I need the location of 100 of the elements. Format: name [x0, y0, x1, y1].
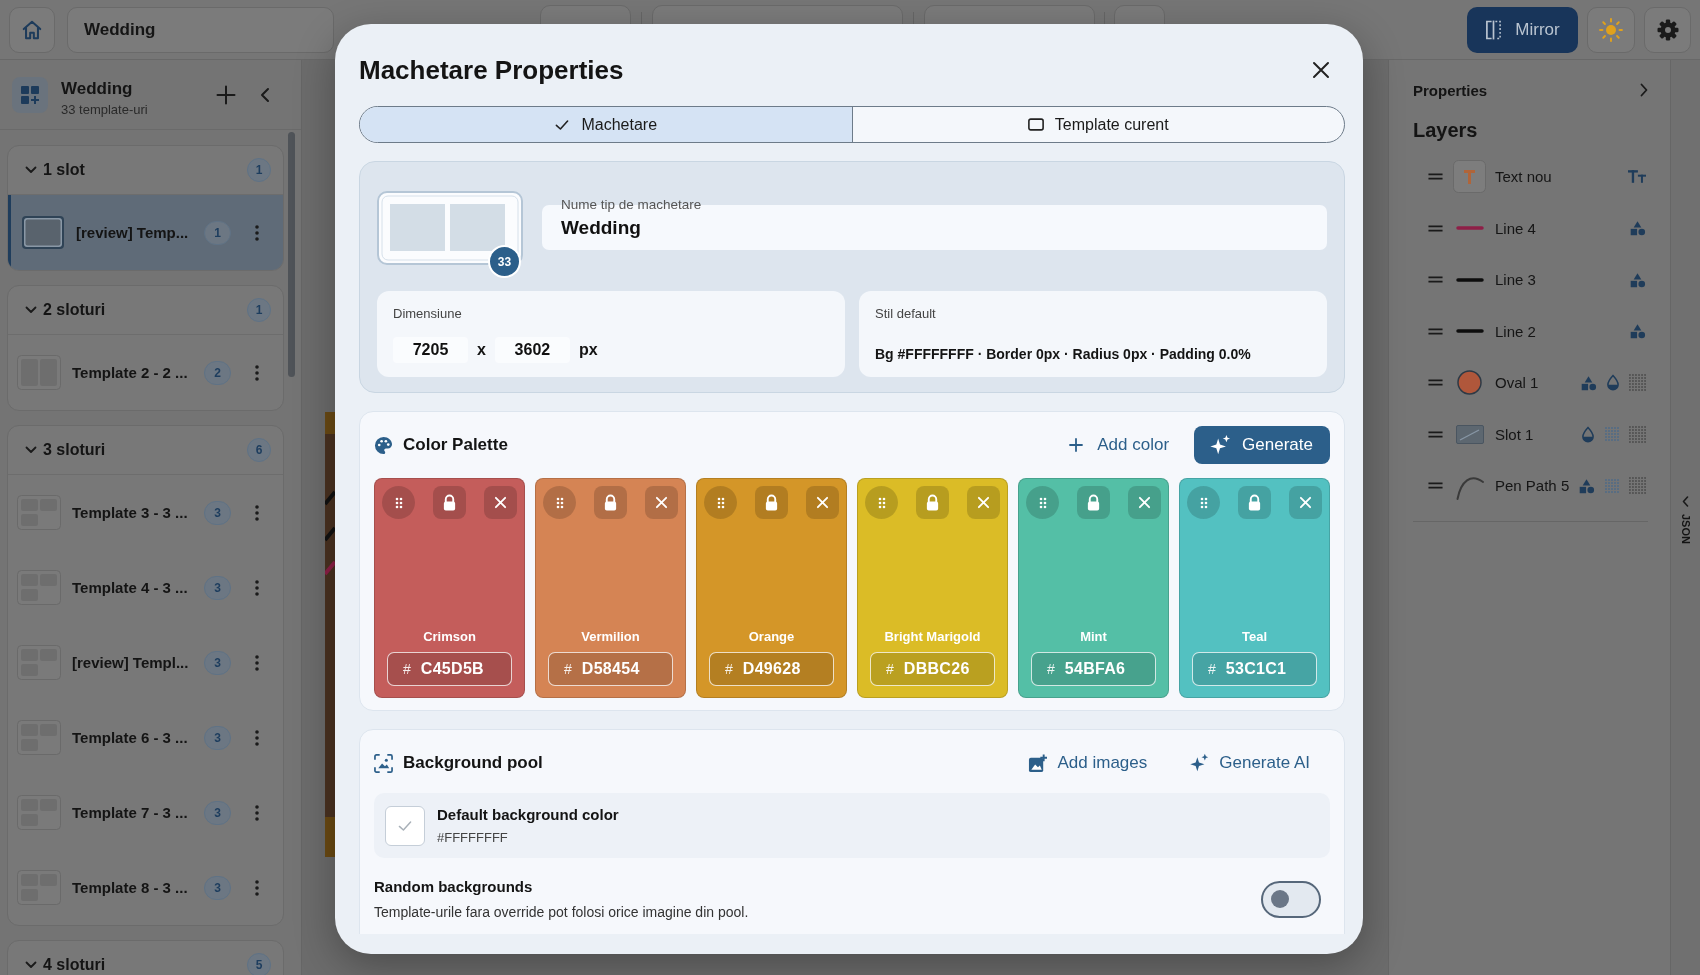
layout-preview-icon — [377, 191, 523, 265]
drag-handle[interactable] — [543, 486, 576, 519]
drag-handle-icon[interactable] — [1428, 430, 1443, 438]
scrollbar-thumb[interactable] — [288, 132, 295, 377]
more-icon[interactable] — [255, 804, 259, 821]
more-icon[interactable] — [255, 224, 259, 241]
lock-button[interactable] — [916, 486, 949, 519]
color-value: #FFFFFFFF — [437, 830, 508, 845]
template-name: Template 3 - 3 ... — [72, 504, 188, 521]
layer-name[interactable]: Line 3 — [1495, 271, 1536, 289]
plus-icon[interactable] — [216, 84, 236, 105]
generate-ai-button[interactable]: Generate AI — [1189, 753, 1310, 773]
more-icon[interactable] — [255, 879, 259, 896]
settings-icon — [1655, 17, 1680, 42]
add-images-button[interactable]: Add images — [1028, 753, 1148, 773]
group-label: 1 slot — [43, 161, 85, 179]
mirror-button[interactable]: Mirror — [1467, 6, 1578, 53]
layer-name[interactable]: Oval 1 — [1495, 374, 1539, 392]
drag-handle[interactable] — [865, 486, 898, 519]
template-item[interactable]: Template 3 - 3 ... 3 — [8, 475, 283, 550]
chevron-right-icon[interactable] — [1640, 83, 1648, 97]
add-color-button[interactable]: Add color — [1069, 429, 1170, 461]
count-badge: 6 — [247, 438, 271, 462]
lock-button[interactable] — [433, 486, 466, 519]
close-icon — [494, 496, 507, 509]
layer-name[interactable]: Text nou — [1495, 168, 1552, 186]
toggle-switch[interactable] — [1261, 880, 1321, 918]
drag-handle[interactable] — [382, 486, 415, 519]
layer-name[interactable]: Line 4 — [1495, 219, 1536, 237]
hex-field[interactable]: # DBBC26 — [870, 652, 995, 686]
close-icon[interactable] — [1311, 60, 1331, 80]
lock-button[interactable] — [1238, 486, 1271, 519]
json-tab[interactable]: JSON — [1679, 496, 1692, 544]
drag-dots-icon — [1198, 495, 1209, 510]
home-icon — [21, 18, 43, 41]
drag-handle-icon[interactable] — [1428, 327, 1443, 335]
color-name: Crimson — [423, 629, 476, 644]
document-title-field[interactable]: Wedding — [67, 6, 334, 53]
lock-button[interactable] — [755, 486, 788, 519]
more-icon[interactable] — [255, 364, 259, 381]
more-icon[interactable] — [255, 504, 259, 521]
drag-handle[interactable] — [704, 486, 737, 519]
lock-button[interactable] — [594, 486, 627, 519]
settings-button[interactable] — [1644, 6, 1691, 53]
remove-button[interactable] — [645, 486, 678, 519]
drag-handle-icon[interactable] — [1428, 379, 1443, 387]
home-button[interactable] — [9, 6, 55, 53]
dot-grid-icon — [1604, 426, 1620, 443]
mirror-icon — [1485, 18, 1503, 41]
generate-button[interactable]: Generate — [1194, 426, 1330, 464]
drag-handle-icon[interactable] — [1428, 482, 1443, 490]
tab[interactable]: Machetare — [360, 107, 852, 142]
template-item[interactable]: [review] Temp... 1 — [8, 195, 283, 270]
chevron-down-icon[interactable] — [25, 961, 37, 969]
layer-name[interactable]: Pen Path 5 — [1495, 477, 1570, 495]
remove-button[interactable] — [1289, 486, 1322, 519]
checkbox[interactable] — [385, 805, 425, 846]
chevron-down-icon[interactable] — [25, 446, 37, 454]
width-field[interactable]: 7205 — [393, 337, 468, 363]
image-slot-icon — [1455, 424, 1484, 444]
hex-field[interactable]: # D58454 — [548, 652, 673, 686]
template-item[interactable]: Template 4 - 3 ... 3 — [8, 550, 283, 625]
height-field[interactable]: 3602 — [494, 337, 570, 363]
hex-field[interactable]: # 53C1C1 — [1192, 652, 1317, 686]
close-icon — [1299, 496, 1312, 509]
remove-button[interactable] — [484, 486, 517, 519]
hex-field[interactable]: # C45D5B — [387, 652, 512, 686]
more-icon[interactable] — [255, 654, 259, 671]
drag-handle[interactable] — [1187, 486, 1220, 519]
chevron-left-icon[interactable] — [260, 86, 270, 103]
remove-button[interactable] — [806, 486, 839, 519]
template-name: Template 8 - 3 ... — [72, 879, 188, 896]
theme-button[interactable] — [1587, 6, 1635, 53]
color-name: Orange — [748, 629, 795, 644]
drag-handle-icon[interactable] — [1428, 276, 1443, 284]
template-item[interactable]: Template 6 - 3 ... 3 — [8, 700, 283, 775]
template-item[interactable]: Template 7 - 3 ... 3 — [8, 775, 283, 850]
drag-handle-icon[interactable] — [1428, 224, 1443, 232]
hex-field[interactable]: # D49628 — [709, 652, 834, 686]
template-item[interactable]: Template 2 - 2 ... 2 — [8, 335, 283, 410]
hex-field[interactable]: # 54BFA6 — [1031, 652, 1156, 686]
chevron-down-icon[interactable] — [25, 166, 37, 174]
more-icon[interactable] — [255, 729, 259, 746]
grid-add-icon — [12, 76, 48, 113]
lock-button[interactable] — [1077, 486, 1110, 519]
tab[interactable]: Template curent — [851, 107, 1344, 142]
shapes-icon — [1629, 271, 1646, 288]
layer-name[interactable]: Slot 1 — [1495, 425, 1534, 443]
more-icon[interactable] — [255, 579, 259, 596]
drag-handle[interactable] — [1026, 486, 1059, 519]
remove-button[interactable] — [1128, 486, 1161, 519]
layer-name[interactable]: Line 2 — [1495, 322, 1536, 340]
slot-count-badge: 1 — [204, 220, 231, 245]
template-item[interactable]: [review] Templ... 3 — [8, 625, 283, 700]
template-item[interactable]: Template 8 - 3 ... 3 — [8, 850, 283, 925]
chevron-down-icon[interactable] — [25, 306, 37, 314]
name-field[interactable]: Nume tip de machetare Wedding — [542, 198, 1327, 250]
panel-title: Properties — [1413, 81, 1488, 99]
drag-handle-icon[interactable] — [1428, 173, 1443, 181]
remove-button[interactable] — [967, 486, 1000, 519]
